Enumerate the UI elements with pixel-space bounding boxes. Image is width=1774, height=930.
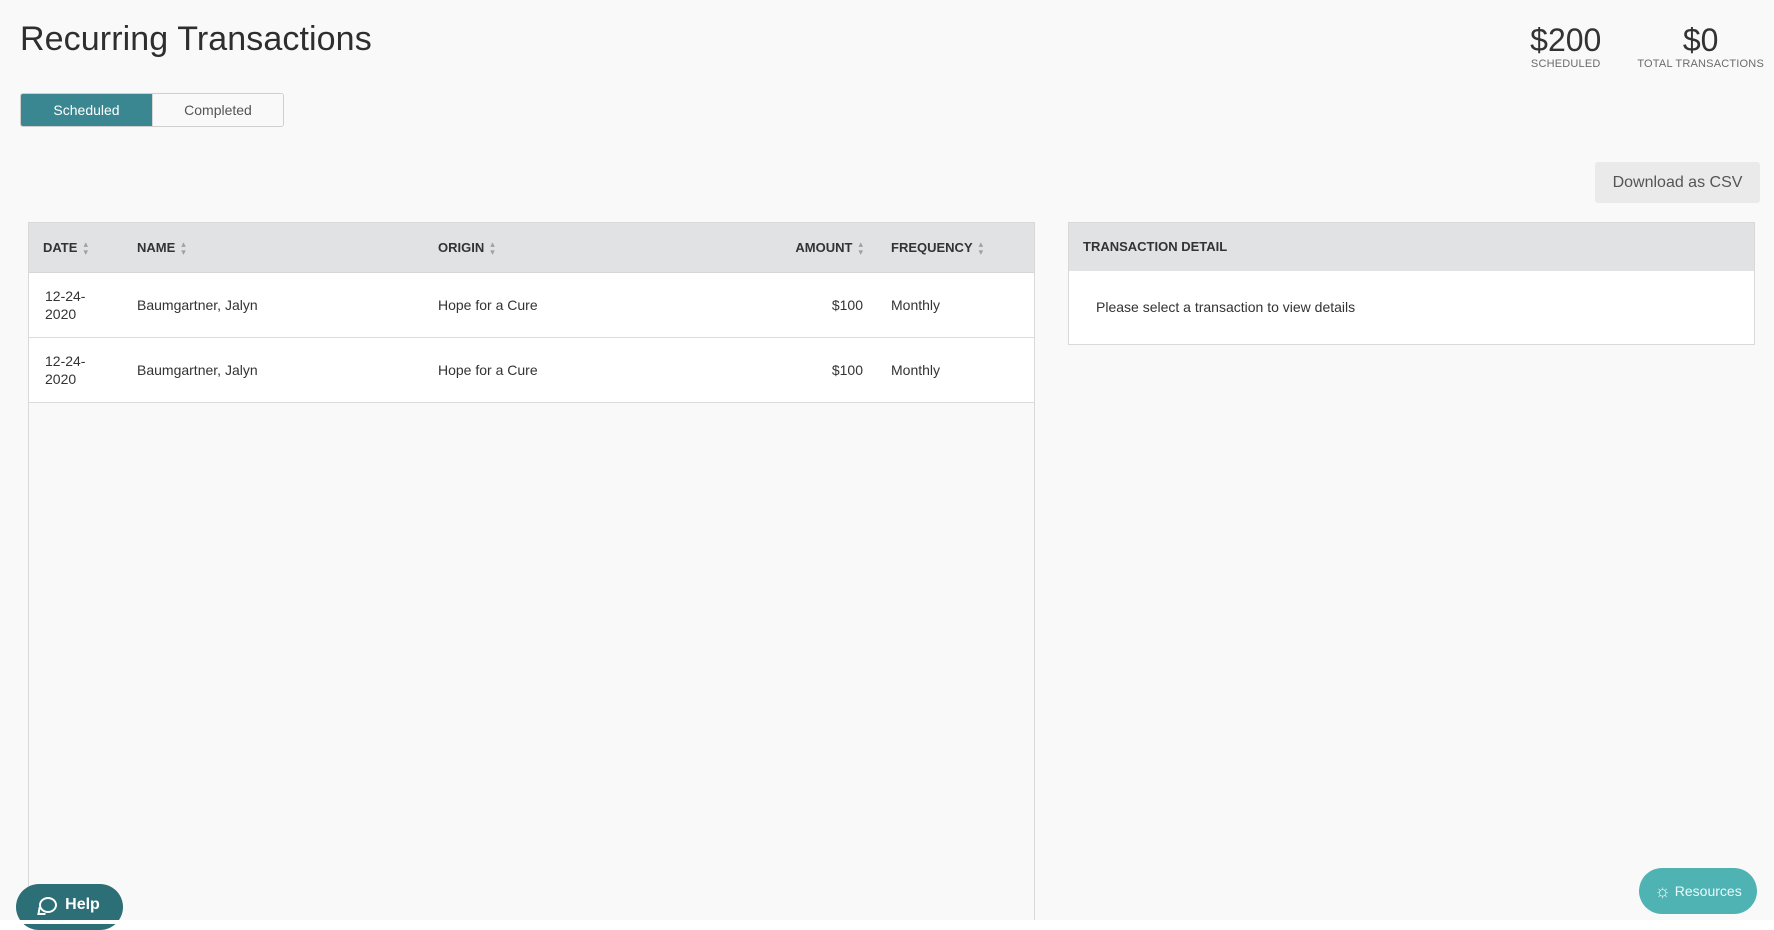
stat-total-transactions: $0 TOTAL TRANSACTIONS [1637,18,1764,70]
stat-total-value: $0 [1682,22,1719,58]
column-header-amount[interactable]: AMOUNT ▴ ▾ [749,238,879,257]
column-header-date-label: DATE [43,240,78,255]
cell-name: Baumgartner, Jalyn [137,297,258,313]
column-header-amount-label: AMOUNT [795,240,853,255]
help-label: Help [65,896,100,913]
cell-date: 12-24- 2020 [45,353,86,387]
cell-frequency: Monthly [891,297,941,313]
transactions-table: DATE ▴ ▾ NAME ▴ ▾ ORIGIN ▴ ▾ AMOUNT ▴ ▾ FREQ… [28,222,1035,924]
column-header-origin-label: ORIGIN [438,240,485,255]
table-header: DATE ▴ ▾ NAME ▴ ▾ ORIGIN ▴ ▾ AMOUNT ▴ ▾ FREQ… [29,223,1034,273]
column-header-origin[interactable]: ORIGIN ▴ ▾ [426,238,749,257]
stat-scheduled: $200 SCHEDULED [1530,18,1601,70]
column-header-name[interactable]: NAME ▴ ▾ [125,238,426,257]
cell-frequency: Monthly [891,362,941,378]
table-row[interactable]: 12-24- 2020 Baumgartner, Jalyn Hope for … [29,338,1034,403]
column-header-frequency-label: FREQUENCY [891,240,973,255]
lightbulb-icon: ☼ [1654,880,1671,901]
sort-icon: ▴ ▾ [83,238,88,257]
chat-bubble-icon [39,897,58,913]
transaction-detail-empty-message: Please select a transaction to view deta… [1096,299,1356,315]
stat-scheduled-value: $200 [1530,22,1602,58]
cell-date: 12-24- 2020 [45,288,86,322]
summary-stats: $200 SCHEDULED $0 TOTAL TRANSACTIONS [1530,18,1764,70]
download-csv-button[interactable]: Download as CSV [1595,162,1760,203]
table-row[interactable]: 12-24- 2020 Baumgartner, Jalyn Hope for … [29,273,1034,338]
sort-icon: ▴ ▾ [490,238,495,257]
tab-scheduled[interactable]: Scheduled [21,94,152,126]
column-header-name-label: NAME [137,240,176,255]
resources-label: Resources [1674,883,1742,899]
cell-amount: $100 [831,362,863,378]
resources-button[interactable]: ☼ Resources [1639,868,1757,914]
recurring-transactions-page: Recurring Transactions $200 SCHEDULED $0… [0,0,1774,930]
cell-name: Baumgartner, Jalyn [137,362,258,378]
tab-completed[interactable]: Completed [152,94,283,126]
stat-total-label: TOTAL TRANSACTIONS [1637,58,1764,70]
cell-origin: Hope for a Cure [438,297,538,313]
sort-icon: ▴ ▾ [858,238,863,257]
transaction-detail-panel: TRANSACTION DETAIL Please select a trans… [1068,222,1755,345]
cell-amount: $100 [831,297,863,313]
sort-icon: ▴ ▾ [978,238,984,257]
column-header-date[interactable]: DATE ▴ ▾ [29,238,125,257]
sort-icon: ▴ ▾ [181,238,186,257]
stat-scheduled-label: SCHEDULED [1530,58,1601,70]
page-title: Recurring Transactions [20,20,372,58]
status-tabs: Scheduled Completed [20,93,284,127]
cell-origin: Hope for a Cure [438,362,538,378]
column-header-frequency[interactable]: FREQUENCY ▴ ▾ [879,238,1034,257]
page-bottom-edge [0,920,1774,924]
transaction-detail-title: TRANSACTION DETAIL [1069,223,1754,271]
